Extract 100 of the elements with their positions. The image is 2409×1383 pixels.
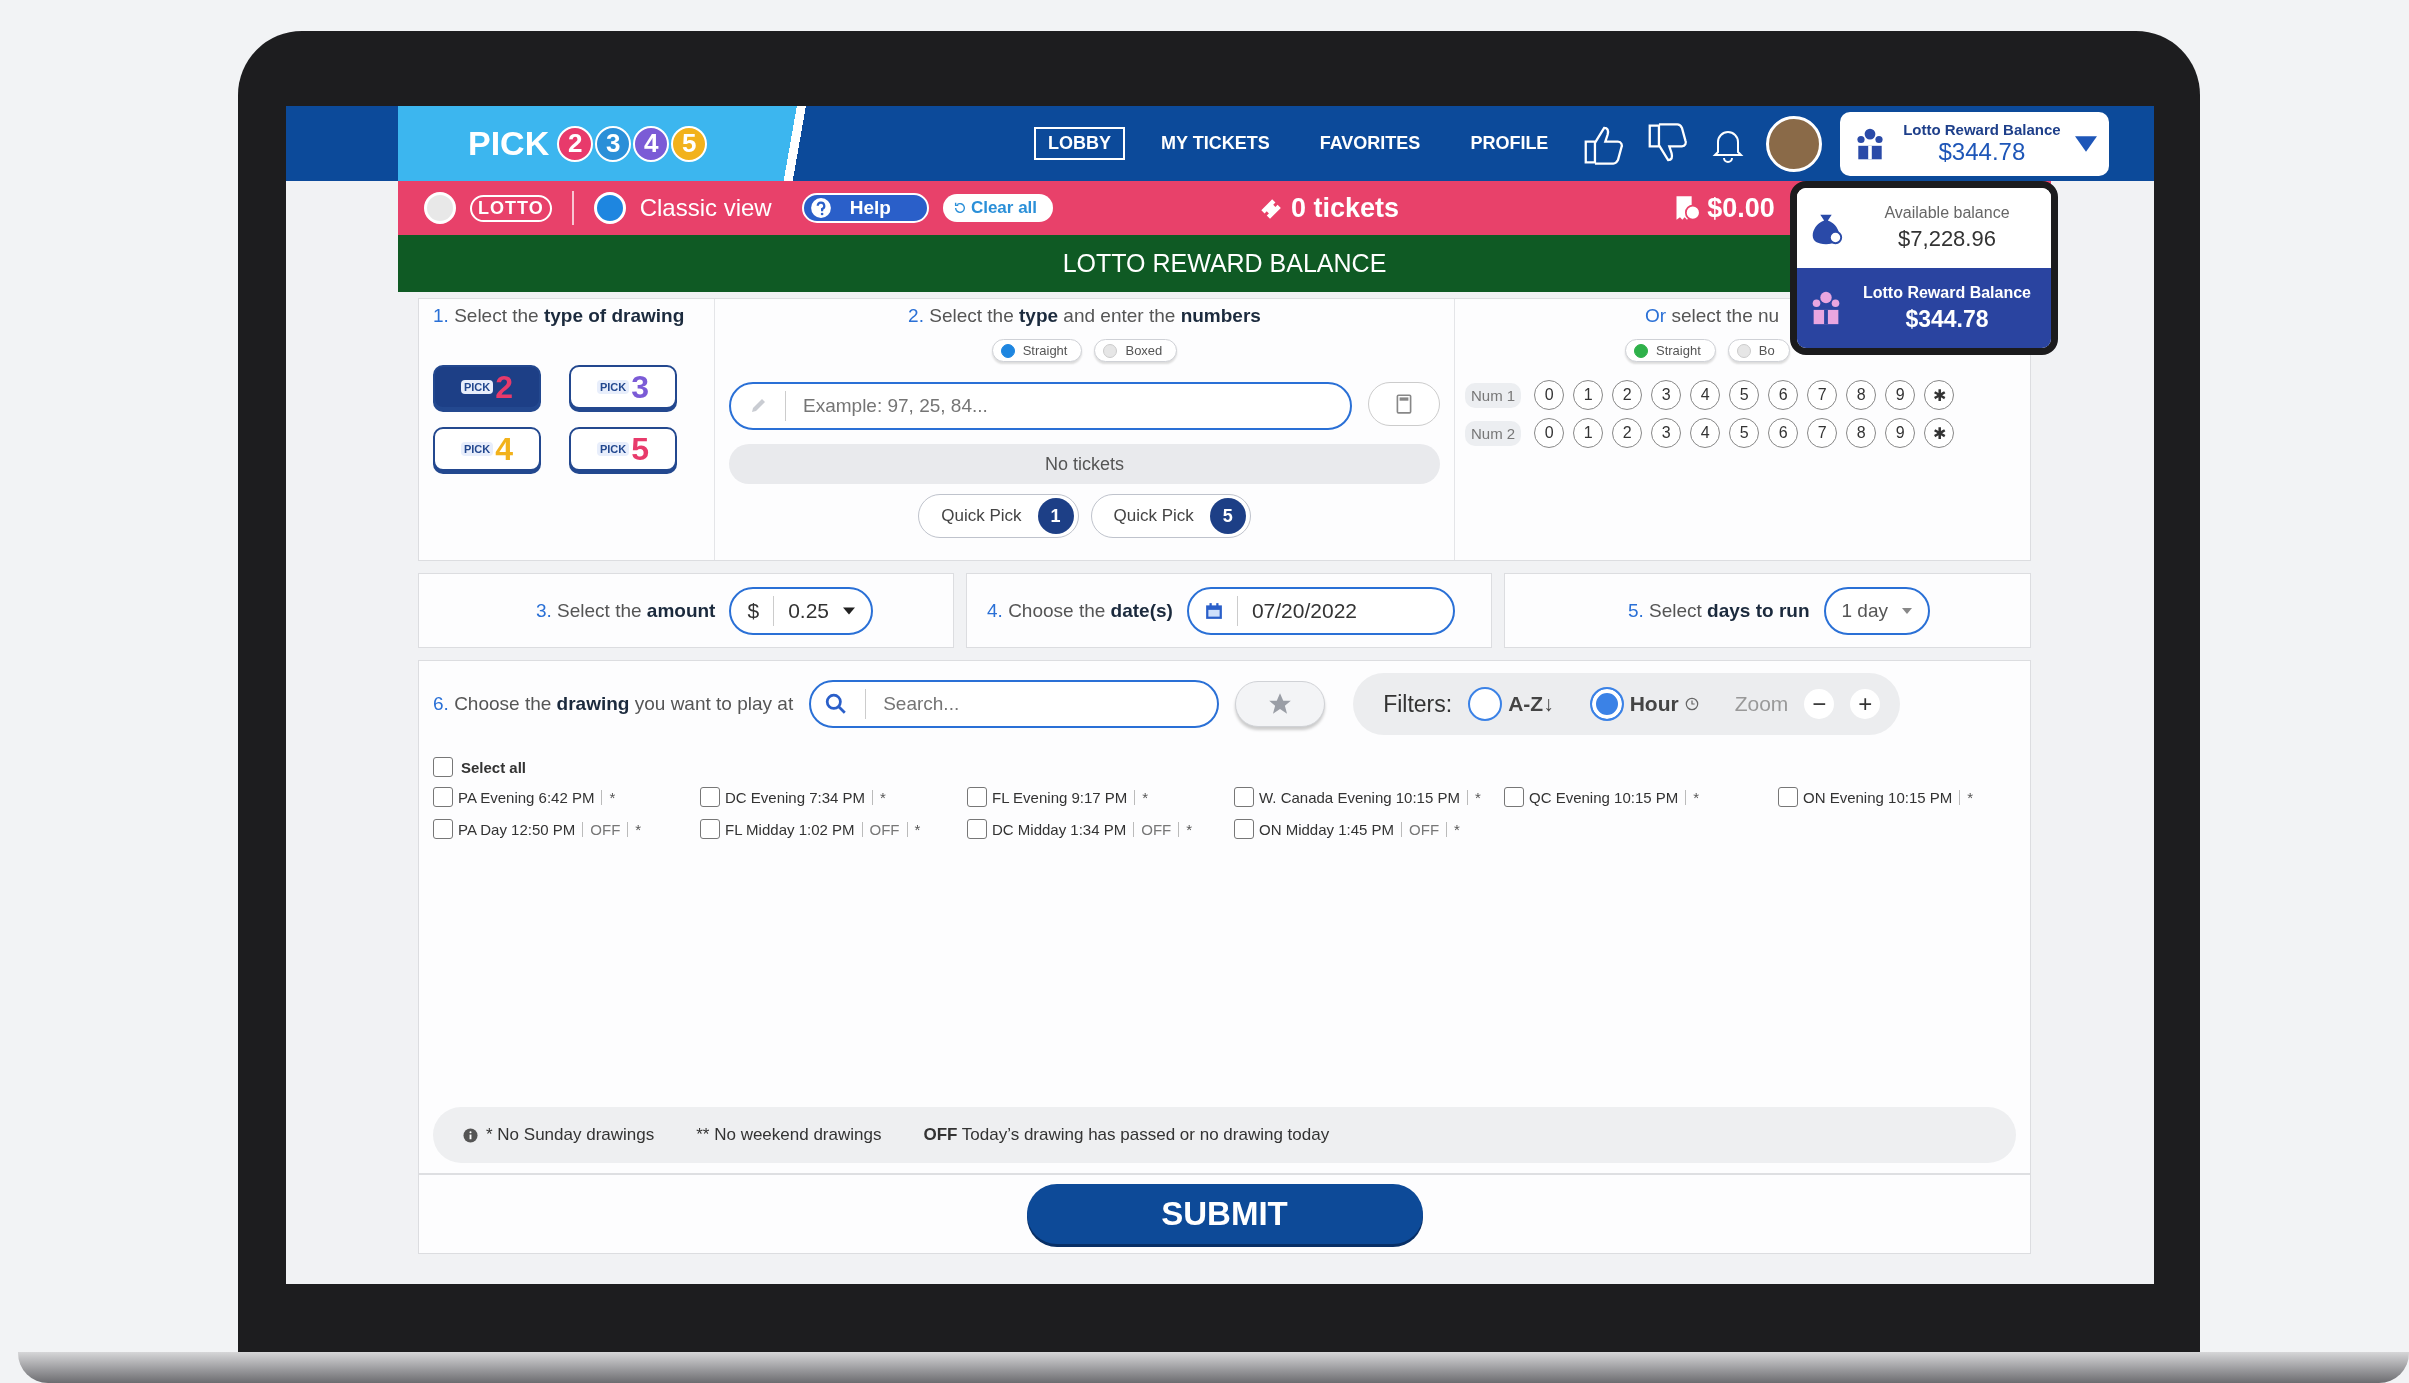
status-label: OFF [590, 820, 621, 838]
balance-option[interactable]: Lotto Reward Balance $344.78 [1797, 268, 2051, 348]
lotto-logo: LOTTO [470, 194, 552, 222]
status-label: OFF [1141, 820, 1172, 838]
number-ball[interactable]: ✱ [1924, 418, 1955, 448]
empty-message: No tickets [729, 444, 1440, 484]
row-label: Num 1 [1465, 382, 1522, 408]
checkbox[interactable] [700, 787, 720, 807]
note-mark: * [1693, 788, 1700, 806]
number-ball[interactable]: 2 [1612, 380, 1643, 410]
view-label: Classic view [639, 194, 772, 222]
clock-icon [1684, 697, 1699, 711]
drawing-label: PA Day 12:50 PM [458, 820, 576, 838]
note-mark: * [880, 788, 886, 806]
select-all-label: Select all [461, 758, 527, 776]
drawing-label: ON Midday 1:45 PM [1259, 820, 1395, 838]
step-label: 1. Select the type of drawing [433, 305, 685, 326]
checkbox[interactable] [433, 819, 453, 839]
note-mark: * [609, 788, 616, 806]
drawing-label: ON Evening 10:15 PM [1803, 788, 1953, 806]
drawing-label: QC Evening 10:15 PM [1529, 788, 1679, 806]
quick-pick-button[interactable]: Quick Pick 1 [918, 494, 1079, 538]
note-mark: * [914, 820, 921, 838]
number-ball[interactable]: 6 [1768, 380, 1799, 410]
calculator-button[interactable] [1368, 382, 1440, 426]
amount-select[interactable]: $ 0.25 [729, 586, 873, 635]
zoom-label: Zoom [1734, 692, 1789, 716]
number-ball[interactable]: ✱ [1924, 380, 1955, 410]
sort-label: Hour [1629, 692, 1679, 716]
checkbox[interactable] [1778, 787, 1798, 807]
ticket-count: 0 tickets [1291, 192, 1400, 224]
number-ball[interactable]: 4 [1690, 380, 1721, 410]
sort-radio[interactable] [1468, 687, 1503, 721]
drawing-label: W. Canada Evening 10:15 PM [1259, 788, 1460, 806]
number-ball[interactable]: 0 [1534, 418, 1565, 448]
favorites-button[interactable] [1235, 681, 1326, 727]
date-field[interactable]: 07/20/2022 [1186, 586, 1455, 635]
checkbox[interactable] [967, 787, 987, 807]
step-label: Or select the nu [1645, 305, 1780, 327]
step-label: 2. Select the type and enter the numbers [908, 305, 1261, 327]
type-option[interactable]: Straight [1625, 339, 1716, 362]
number-ball[interactable]: 7 [1807, 380, 1838, 410]
reset-icon [952, 201, 967, 215]
nav-tab[interactable]: MY TICKETS [1147, 127, 1284, 160]
note-mark: * [1454, 820, 1460, 838]
number-ball[interactable]: 1 [1573, 418, 1604, 448]
days-select[interactable]: 1 day [1823, 586, 1930, 635]
number-ball[interactable]: 4 [1690, 418, 1721, 448]
number-ball[interactable]: 3 [1651, 380, 1682, 410]
numbers-field[interactable]: Example: 97, 25, 84... [729, 382, 1352, 430]
checkbox[interactable] [1504, 787, 1524, 807]
number-ball[interactable]: 3 [1651, 418, 1682, 448]
checkbox[interactable] [433, 757, 453, 777]
number-ball[interactable]: 6 [1768, 418, 1799, 448]
type-option[interactable]: Bo [1727, 339, 1790, 362]
number-ball[interactable]: 2 [1612, 418, 1643, 448]
view-radio[interactable] [593, 192, 626, 224]
nav-tab[interactable]: LOBBY [1034, 127, 1125, 160]
calendar-icon [1204, 601, 1223, 620]
type-option[interactable]: Boxed [1094, 339, 1178, 362]
note-mark: * [1474, 788, 1481, 806]
help-button[interactable]: Help [801, 193, 929, 223]
number-ball[interactable]: 5 [1729, 380, 1760, 410]
number-ball[interactable]: 1 [1573, 380, 1604, 410]
checkbox[interactable] [1234, 787, 1254, 807]
number-ball[interactable]: 5 [1729, 418, 1760, 448]
zoom-out-button[interactable]: − [1804, 689, 1835, 719]
quick-pick-button[interactable]: Quick Pick 5 [1090, 494, 1251, 538]
nav-tab[interactable]: FAVORITES [1305, 127, 1435, 160]
number-ball[interactable]: 0 [1534, 380, 1565, 410]
search-field[interactable]: Search... [809, 680, 1220, 728]
submit-button[interactable]: SUBMIT [1026, 1184, 1423, 1244]
question-icon [809, 197, 832, 219]
status-label: OFF [1409, 820, 1440, 838]
cart-total: $0.00 [1707, 192, 1775, 224]
caret-icon [2075, 135, 2098, 152]
type-option[interactable]: Straight [991, 339, 1083, 362]
search-icon [825, 693, 848, 715]
drawing-label: FL Evening 9:17 PM [992, 788, 1128, 806]
zoom-in-button[interactable]: + [1850, 689, 1881, 719]
balance-dropdown[interactable]: Lotto Reward Balance $344.78 [1840, 111, 2110, 176]
checkbox[interactable] [700, 819, 720, 839]
step-label: 6. Choose the drawing you want to play at [433, 693, 794, 715]
note-mark: * [1186, 820, 1193, 838]
nav-tab[interactable]: PROFILE [1456, 127, 1563, 160]
note-mark: * [1142, 788, 1149, 806]
drawing-label: DC Midday 1:34 PM [992, 820, 1127, 838]
number-ball[interactable]: 9 [1885, 380, 1916, 410]
view-radio[interactable] [424, 192, 456, 224]
number-ball[interactable]: 9 [1885, 418, 1916, 448]
caret-icon [843, 606, 855, 615]
number-ball[interactable]: 7 [1807, 418, 1838, 448]
filters-label: Filters: [1383, 690, 1453, 718]
drawing-label: PA Evening 6:42 PM [458, 788, 595, 806]
checkbox[interactable] [967, 819, 987, 839]
number-ball[interactable]: 8 [1846, 418, 1877, 448]
checkbox[interactable] [433, 787, 453, 807]
sort-radio[interactable] [1589, 687, 1624, 721]
number-ball[interactable]: 8 [1846, 380, 1877, 410]
checkbox[interactable] [1234, 819, 1254, 839]
